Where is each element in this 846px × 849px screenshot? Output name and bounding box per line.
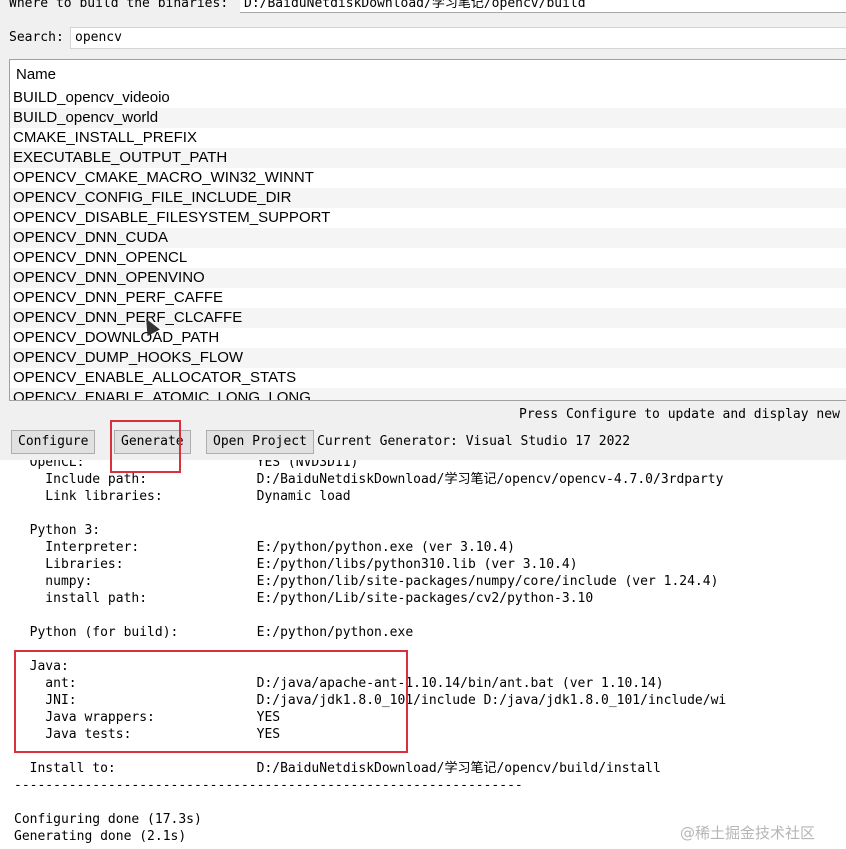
cache-row[interactable]: OPENCV_CMAKE_MACRO_WIN32_WINNT [10,168,846,188]
cache-row[interactable]: BUILD_opencv_videoio [10,88,846,108]
cache-row[interactable]: OPENCV_DNN_OPENVINO [10,268,846,288]
cache-row[interactable]: EXECUTABLE_OUTPUT_PATH [10,148,846,168]
output-line: JNI: D:/java/jdk1.8.0_101/include D:/jav… [14,693,727,708]
search-input[interactable]: opencv [70,27,846,49]
cache-row[interactable]: OPENCV_DNN_PERF_CAFFE [10,288,846,308]
output-line: Install to: D:/BaiduNetdiskDownload/学习笔记… [14,761,661,776]
output-line: Python 3: [14,523,101,538]
cache-rows: BUILD_opencv_videoio BUILD_opencv_world CM… [10,88,846,400]
cache-row[interactable]: BUILD_opencv_world [10,108,846,128]
search-label: Search: [9,30,64,45]
cache-row[interactable]: OPENCV_DISABLE_FILESYSTEM_SUPPORT [10,208,846,228]
search-row: Search: opencv [0,27,846,49]
configure-button[interactable]: Configure [11,430,96,454]
output-log: OpenCL: YES (NVD3D11) Include path: D:/B… [0,460,846,849]
build-dir-field[interactable]: D:/BaiduNetdiskDownload/学习笔记/opencv/buil… [240,0,846,13]
build-dir-row: Where to build the binaries: D:/BaiduNet… [0,0,846,14]
output-line: Interpreter: E:/python/python.exe (ver 3… [14,540,515,555]
output-line: Java: [14,659,69,674]
output-line: ant: D:/java/apache-ant-1.10.14/bin/ant.… [14,676,664,691]
output-line: Libraries: E:/python/libs/python310.lib … [14,557,578,572]
cache-row[interactable]: OPENCV_DOWNLOAD_PATH [10,328,846,348]
cache-row[interactable]: OPENCV_CONFIG_FILE_INCLUDE_DIR [10,188,846,208]
output-line: ----------------------------------------… [14,778,523,793]
open-project-button[interactable]: Open Project [206,430,314,454]
status-message: Press Configure to update and display ne… [519,407,840,422]
output-line: Include path: D:/BaiduNetdiskDownload/学习… [14,472,724,487]
cache-row[interactable]: OPENCV_DNN_PERF_CLCAFFE [10,308,846,328]
output-line: Java tests: YES [14,727,281,742]
cache-row[interactable]: OPENCV_DUMP_HOOKS_FLOW [10,348,846,368]
output-line: Java wrappers: YES [14,710,281,725]
generate-button[interactable]: Generate [114,430,191,454]
cache-row[interactable]: OPENCV_ENABLE_ALLOCATOR_STATS [10,368,846,388]
output-line: numpy: E:/python/lib/site-packages/numpy… [14,574,719,589]
cache-row[interactable]: CMAKE_INSTALL_PREFIX [10,128,846,148]
cache-row[interactable]: OPENCV_DNN_OPENCL [10,248,846,268]
cache-row[interactable]: OPENCV_ENABLE_ATOMIC_LONG_LONG [10,388,846,400]
output-line: install path: E:/python/Lib/site-package… [14,591,594,606]
cache-variable-list[interactable]: Name BUILD_opencv_videoio BUILD_opencv_wo… [9,59,846,401]
output-line: Generating done (2.1s) [14,829,187,844]
output-line: Link libraries: Dynamic load [14,489,351,504]
column-header-name[interactable]: Name [10,60,846,88]
watermark: @稀土掘金技术社区 [680,824,816,842]
build-dir-label: Where to build the binaries: [9,0,229,11]
current-generator-label: Current Generator: Visual Studio 17 2022 [317,434,631,449]
output-line: Python (for build): E:/python/python.exe [14,625,414,640]
output-line: Configuring done (17.3s) [14,812,202,827]
output-line: OpenCL: YES (NVD3D11) [14,460,359,470]
cache-row[interactable]: OPENCV_DNN_CUDA [10,228,846,248]
